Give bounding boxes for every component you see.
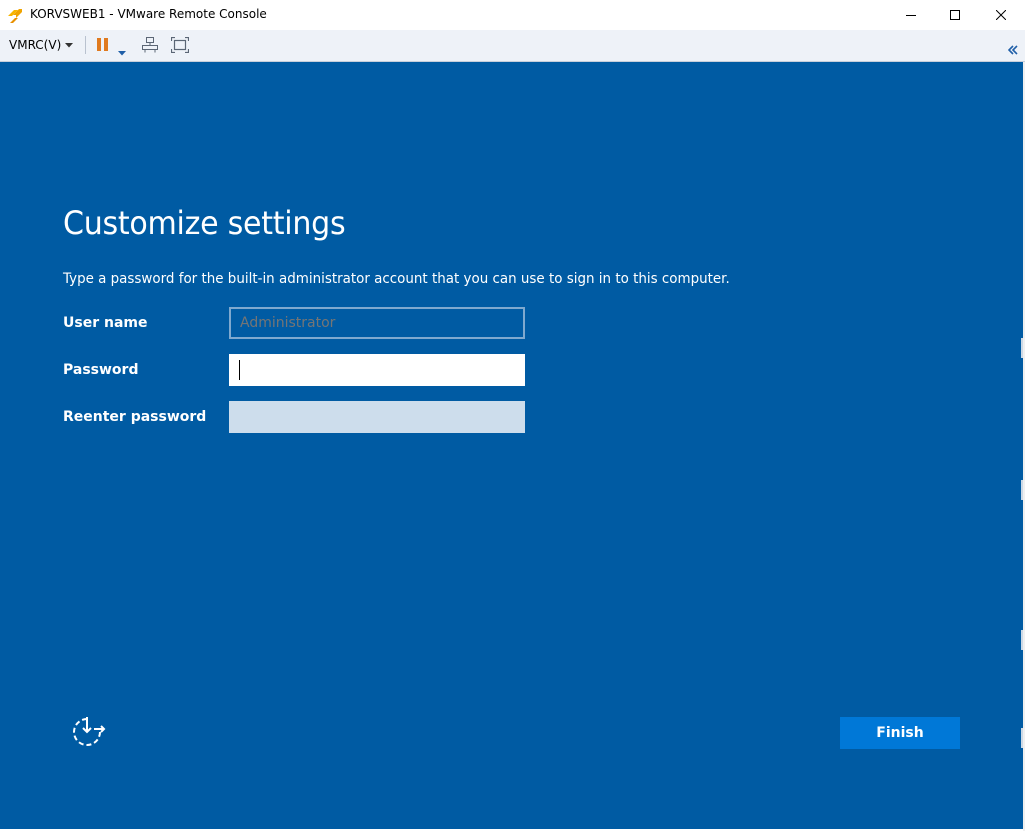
window-title: KORVSWEB1 - VMware Remote Console xyxy=(30,7,267,21)
minimize-button[interactable] xyxy=(888,0,934,30)
vmrc-menu-button[interactable]: VMRC(V) xyxy=(5,35,77,55)
vmrc-app-icon xyxy=(7,7,24,24)
title-bar: KORVSWEB1 - VMware Remote Console xyxy=(0,0,1025,30)
username-label: User name xyxy=(63,315,148,331)
vmrc-menu-label: VMRC(V) xyxy=(9,38,62,52)
username-field xyxy=(229,307,525,339)
password-field[interactable] xyxy=(229,354,525,386)
maximize-button[interactable] xyxy=(932,0,978,30)
vm-console-screen[interactable]: Customize settings Type a password for t… xyxy=(0,62,1023,829)
toolbar-divider xyxy=(85,36,86,54)
close-icon xyxy=(996,10,1006,20)
reenter-password-field[interactable] xyxy=(229,401,525,433)
collapse-toolbar-icon[interactable] xyxy=(1007,40,1018,59)
finish-button[interactable]: Finish xyxy=(840,717,960,749)
text-caret xyxy=(239,360,240,380)
pause-icon[interactable] xyxy=(96,37,110,57)
ease-of-access-icon[interactable] xyxy=(70,715,106,751)
maximize-icon xyxy=(950,10,960,20)
minimize-icon xyxy=(906,15,916,16)
page-description: Type a password for the built-in adminis… xyxy=(63,271,730,287)
fullscreen-icon[interactable] xyxy=(170,36,190,57)
password-label: Password xyxy=(63,362,139,378)
reenter-password-label: Reenter password xyxy=(63,409,207,425)
close-button[interactable] xyxy=(978,0,1024,30)
toolbar: VMRC(V) xyxy=(0,30,1025,62)
page-title: Customize settings xyxy=(63,204,346,242)
chevron-down-icon xyxy=(65,42,74,47)
send-ctrl-alt-del-icon[interactable] xyxy=(141,36,159,58)
power-menu-chevron-icon[interactable] xyxy=(118,41,126,60)
